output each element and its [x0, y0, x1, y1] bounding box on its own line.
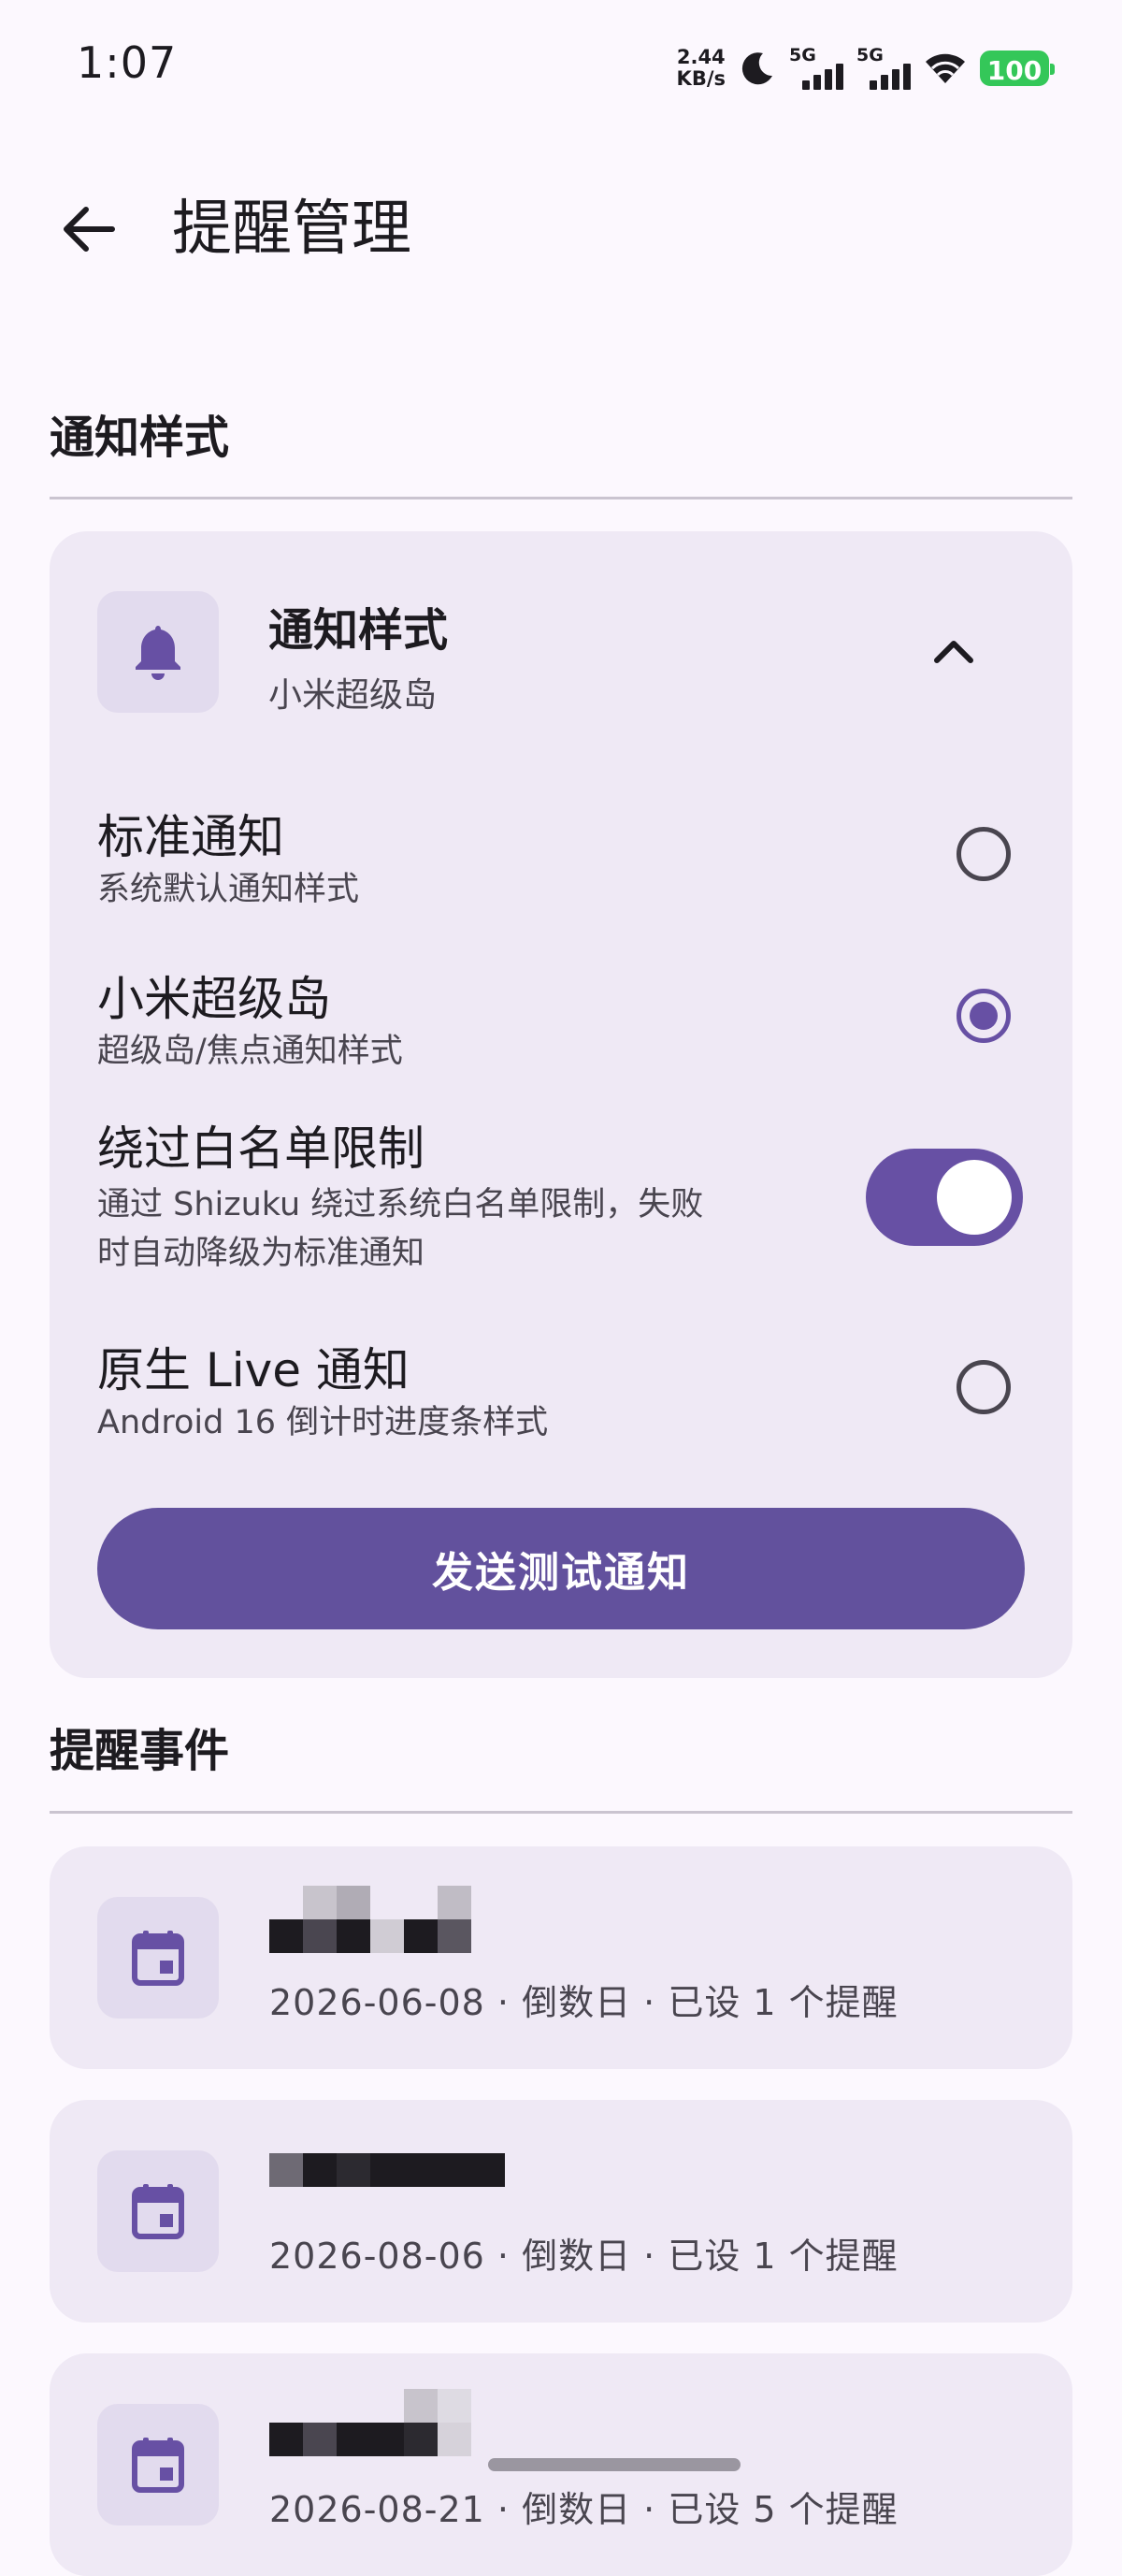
toggle-knob — [937, 1160, 1012, 1235]
status-icons: 2.44 KB/s 5G 5G 100 — [676, 37, 1055, 99]
bypass-whitelist-row[interactable]: 绕过白名单限制 通过 Shizuku 绕过系统白名单限制，失败 时自动降级为标准… — [97, 1111, 1032, 1280]
bypass-subtitle-line2: 时自动降级为标准通知 — [97, 1235, 425, 1272]
calendar-icon-tile — [97, 1897, 219, 2019]
option-subtitle: 系统默认通知样式 — [97, 871, 360, 908]
signal-sim1-icon: 5G — [789, 47, 843, 90]
bell-icon-tile — [97, 591, 219, 713]
redacted-event-title — [269, 2153, 505, 2187]
calendar-icon-tile — [97, 2404, 219, 2525]
option-xiaomi-island[interactable]: 小米超级岛 超级岛/焦点通知样式 — [97, 962, 1032, 1074]
send-test-notification-button[interactable]: 发送测试通知 — [97, 1508, 1025, 1629]
option-title: 标准通知 — [97, 810, 284, 864]
option-subtitle: Android 16 倒计时进度条样式 — [97, 1404, 549, 1441]
radio-standard[interactable] — [957, 827, 1011, 881]
event-card[interactable]: 2026-06-08 · 倒数日 · 已设 1 个提醒 — [50, 1846, 1072, 2069]
arrow-back-icon — [64, 207, 115, 252]
wifi-icon — [926, 53, 965, 83]
status-time: 1:07 — [77, 37, 178, 88]
event-meta: 2026-06-08 · 倒数日 · 已设 1 个提醒 — [269, 1982, 899, 2023]
event-card[interactable]: 2026-08-06 · 倒数日 · 已设 1 个提醒 — [50, 2100, 1072, 2323]
page-title: 提醒管理 — [172, 195, 411, 264]
radio-dot — [970, 1002, 998, 1030]
section-title-notification-style: 通知样式 — [50, 412, 230, 464]
bypass-toggle[interactable] — [866, 1149, 1023, 1246]
section-title-events: 提醒事件 — [50, 1725, 230, 1777]
calendar-icon — [132, 1931, 184, 1986]
battery-icon: 100 — [980, 51, 1055, 86]
redacted-event-title — [269, 1886, 471, 1953]
bypass-subtitle-line1: 通过 Shizuku 绕过系统白名单限制，失败 — [97, 1186, 704, 1223]
option-subtitle: 超级岛/焦点通知样式 — [97, 1033, 403, 1070]
section-divider — [50, 497, 1072, 499]
network-speed: 2.44 KB/s — [676, 46, 726, 90]
radio-native-live[interactable] — [957, 1360, 1011, 1414]
notification-style-header[interactable]: 通知样式 小米超级岛 — [97, 591, 1070, 718]
option-title: 原生 Live 通知 — [97, 1343, 410, 1397]
redacted-event-title — [269, 2389, 471, 2456]
calendar-icon-tile — [97, 2150, 219, 2272]
notification-style-current: 小米超级岛 — [268, 676, 438, 715]
section-divider — [50, 1811, 1072, 1814]
back-button[interactable] — [50, 187, 125, 271]
notification-style-title: 通知样式 — [268, 604, 449, 657]
signal-sim2-icon: 5G — [856, 47, 911, 90]
radio-xiaomi-island[interactable] — [957, 989, 1011, 1043]
event-meta: 2026-08-21 · 倒数日 · 已设 5 个提醒 — [269, 2489, 899, 2530]
bypass-title: 绕过白名单限制 — [97, 1122, 424, 1176]
option-title: 小米超级岛 — [97, 972, 331, 1026]
chevron-up-icon[interactable] — [931, 634, 976, 666]
home-indicator[interactable] — [488, 2458, 741, 2471]
option-native-live[interactable]: 原生 Live 通知 Android 16 倒计时进度条样式 — [97, 1333, 1032, 1445]
bell-icon — [136, 626, 180, 680]
option-standard[interactable]: 标准通知 系统默认通知样式 — [97, 800, 1032, 912]
calendar-icon — [132, 2438, 184, 2493]
calendar-icon — [132, 2184, 184, 2239]
event-meta: 2026-08-06 · 倒数日 · 已设 1 个提醒 — [269, 2236, 899, 2277]
moon-icon — [741, 52, 772, 85]
